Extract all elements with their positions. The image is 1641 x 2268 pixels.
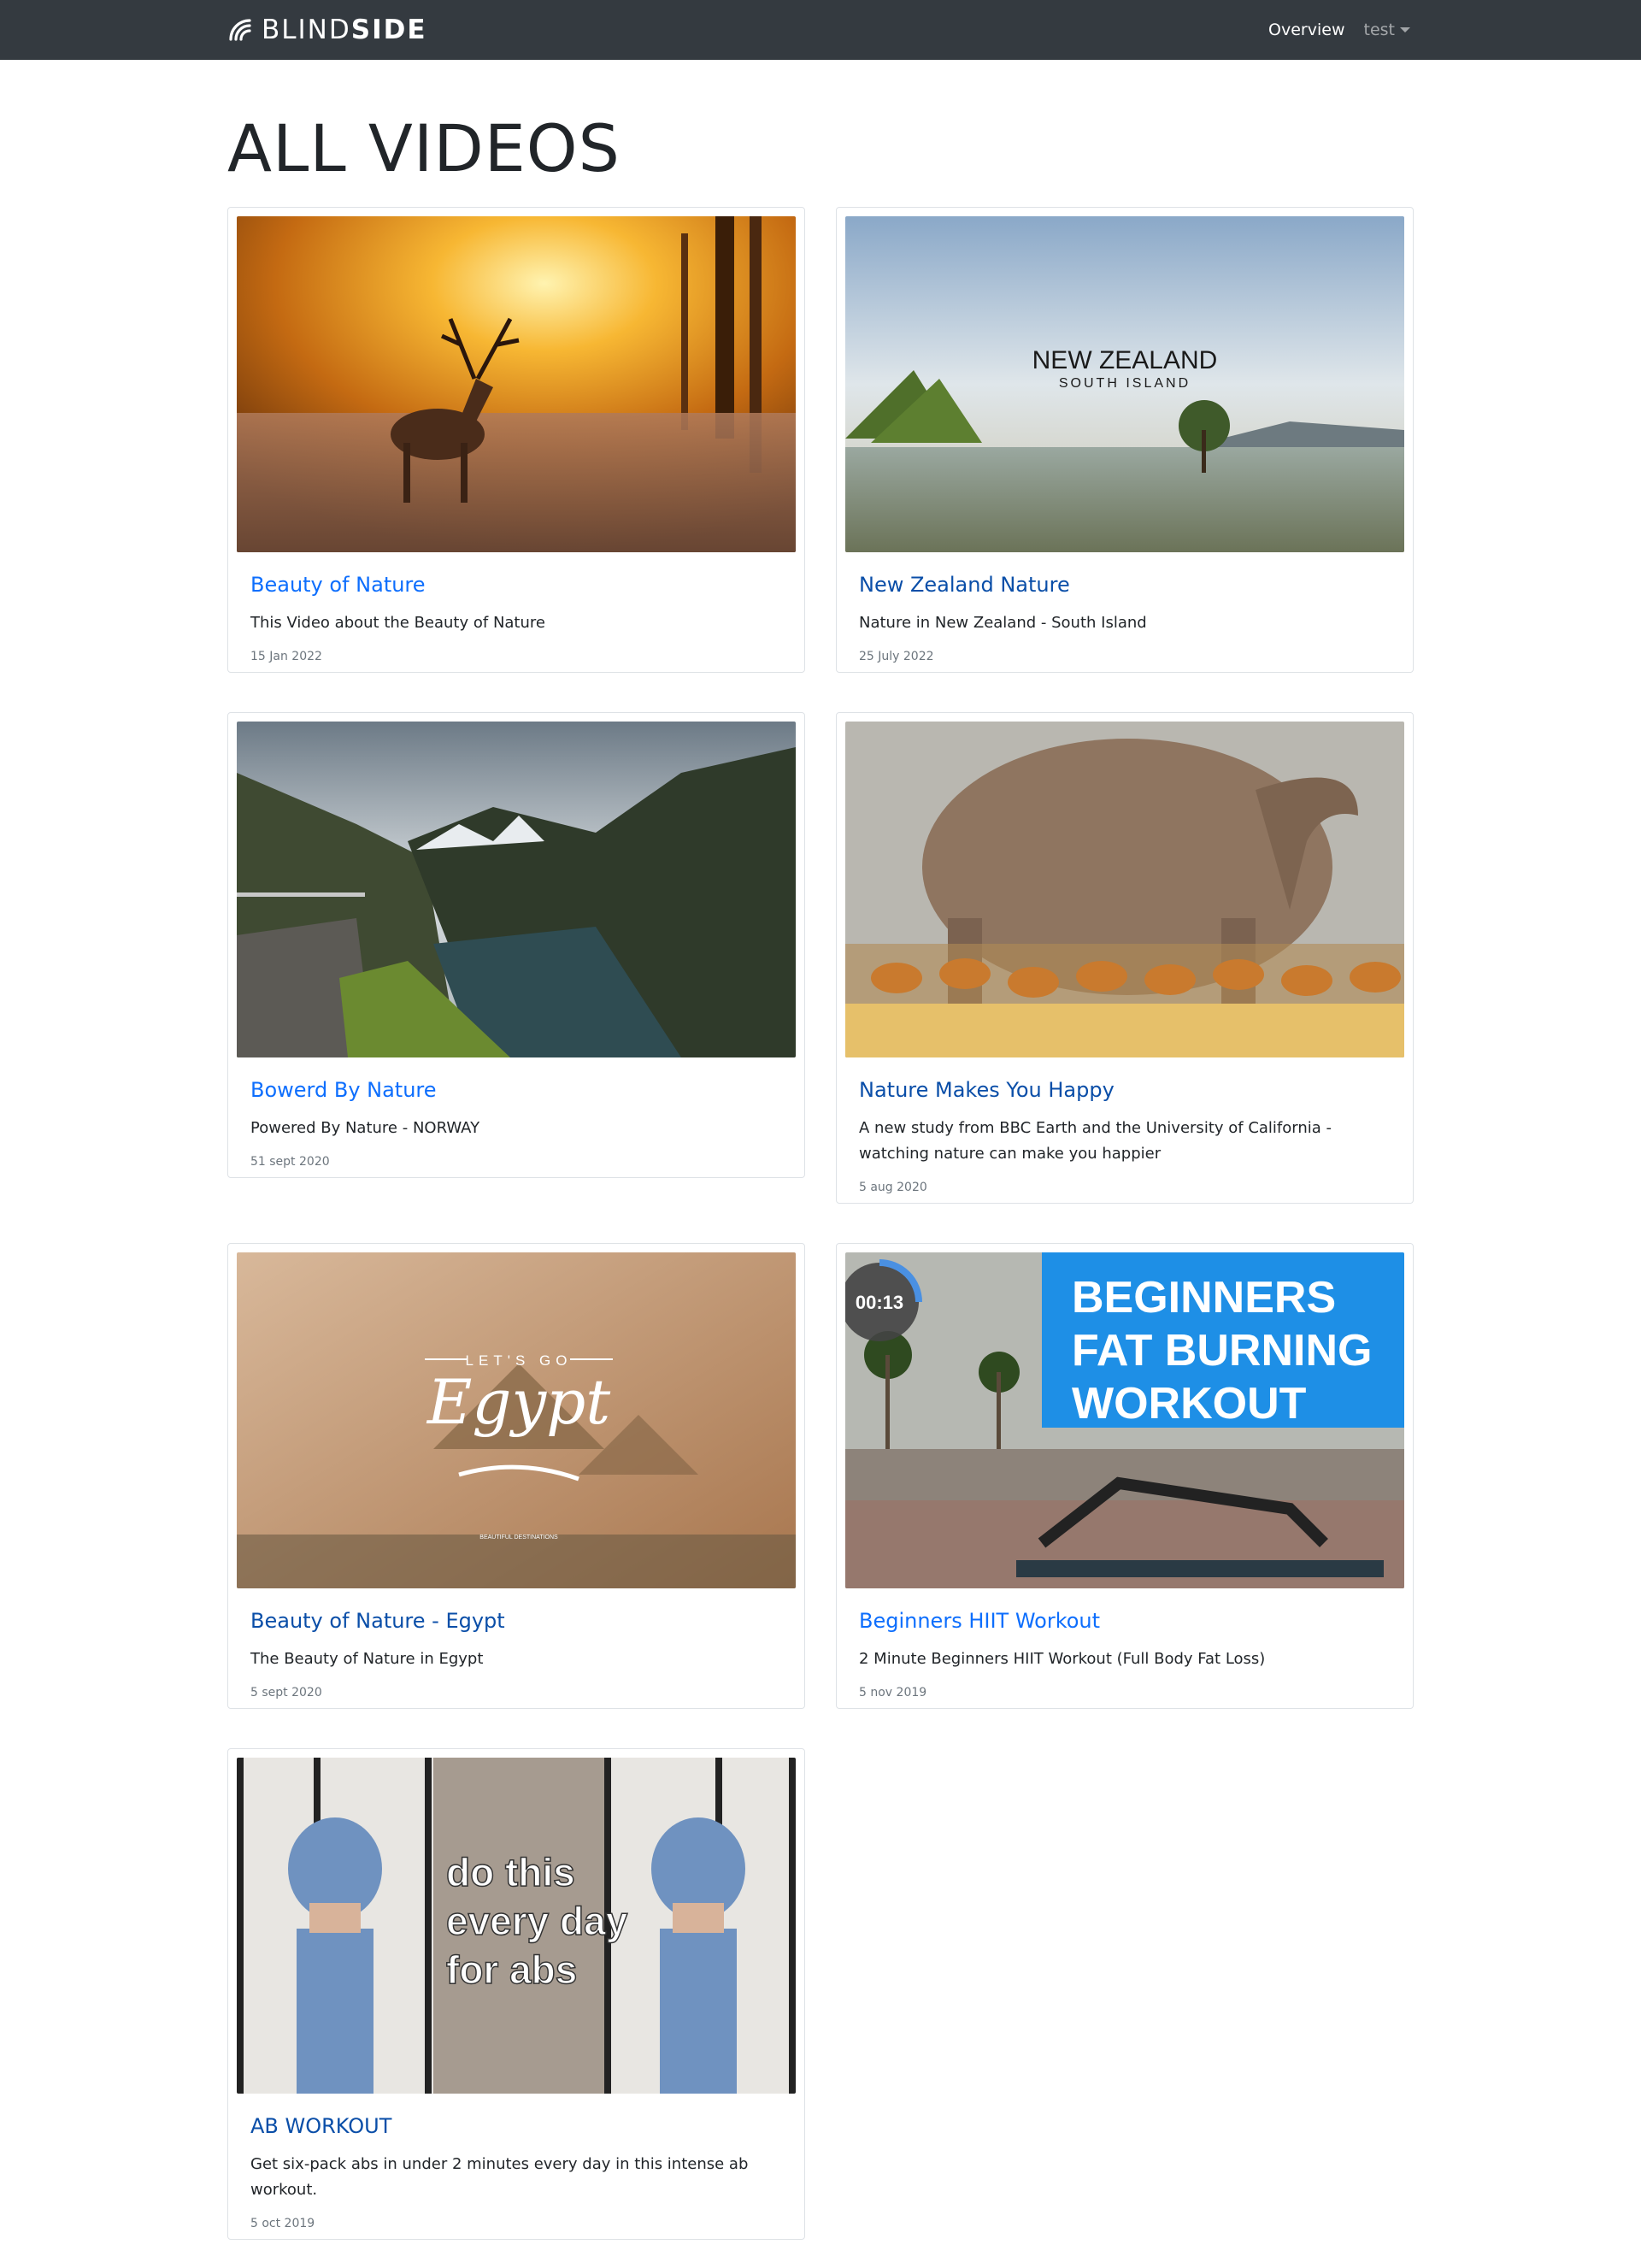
video-card: Nature Makes You Happy A new study from …	[836, 712, 1414, 1204]
video-title-link[interactable]: AB WORKOUT	[250, 2114, 782, 2138]
video-title-link[interactable]: Beauty of Nature - Egypt	[250, 1609, 782, 1633]
card-body: Bowerd By Nature Powered By Nature - NOR…	[237, 1057, 796, 1169]
video-description: Powered By Nature - NORWAY	[250, 1119, 480, 1137]
card-body: AB WORKOUT Get six-pack abs in under 2 m…	[237, 2094, 796, 2230]
video-date: 5 sept 2020	[250, 1686, 322, 1700]
brand-waves-icon	[229, 19, 251, 41]
video-thumbnail[interactable]: do this every day for abs	[237, 1758, 796, 2094]
video-thumbnail[interactable]	[237, 216, 796, 552]
thumb-line3: WORKOUT	[1072, 1379, 1307, 1429]
chevron-down-icon	[1400, 27, 1410, 32]
thumb-line1: do this	[446, 1850, 575, 1894]
video-description: Nature in New Zealand - South Island	[859, 614, 1147, 632]
video-card: Bowerd By Nature Powered By Nature - NOR…	[227, 712, 805, 1178]
video-date: 5 oct 2019	[250, 2217, 315, 2230]
video-date: 51 sept 2020	[250, 1155, 330, 1169]
user-dropdown-toggle[interactable]: test	[1363, 21, 1410, 39]
video-card: 00:13 BEGINNERS FAT BURNING WORKOUT Begi…	[836, 1243, 1414, 1709]
card-body: Beauty of Nature This Video about the Be…	[237, 552, 796, 663]
main-content: ALL VIDEOS Beauty of Nature This Video a…	[227, 97, 1414, 2240]
brand-logo-link[interactable]: BLINDSIDE	[227, 15, 427, 45]
thumb-caption: BEAUTIFUL DESTINATIONS	[479, 1535, 558, 1540]
video-thumbnail[interactable]: 00:13 BEGINNERS FAT BURNING WORKOUT	[845, 1252, 1404, 1588]
video-thumbnail[interactable]	[237, 722, 796, 1057]
card-body: Beauty of Nature - Egypt The Beauty of N…	[237, 1588, 796, 1700]
video-thumbnail[interactable]: NEW ZEALAND SOUTH ISLAND	[845, 216, 1404, 552]
video-title-link[interactable]: Beauty of Nature	[250, 573, 782, 597]
video-card: do this every day for abs AB WORKOUT Get…	[227, 1748, 805, 2240]
thumb-line1: BEGINNERS	[1072, 1273, 1336, 1323]
video-description: A new study from BBC Earth and the Unive…	[859, 1119, 1332, 1163]
video-title-link[interactable]: New Zealand Nature	[859, 573, 1391, 597]
thumb-line2: every day	[446, 1899, 628, 1943]
card-body: New Zealand Nature Nature in New Zealand…	[845, 552, 1404, 663]
video-title-link[interactable]: Beginners HIIT Workout	[859, 1609, 1391, 1633]
thumb-line3: for abs	[446, 1947, 577, 1992]
video-description: Get six-pack abs in under 2 minutes ever…	[250, 2155, 749, 2199]
video-title-link[interactable]: Nature Makes You Happy	[859, 1078, 1391, 1102]
video-card: LET'S GO Egypt BEAUTIFUL DESTINATIONS Be…	[227, 1243, 805, 1709]
video-date: 5 nov 2019	[859, 1686, 927, 1700]
card-body: Beginners HIIT Workout 2 Minute Beginner…	[845, 1588, 1404, 1700]
nav-links: Overview test	[1268, 21, 1410, 39]
brand-name: BLINDSIDE	[262, 15, 427, 45]
video-card: Beauty of Nature This Video about the Be…	[227, 207, 805, 673]
user-name: test	[1363, 21, 1396, 39]
top-navbar: BLINDSIDE Overview test	[0, 0, 1641, 60]
video-card: NEW ZEALAND SOUTH ISLAND New Zealand Nat…	[836, 207, 1414, 673]
video-thumbnail[interactable]	[845, 722, 1404, 1057]
video-thumbnail[interactable]: LET'S GO Egypt BEAUTIFUL DESTINATIONS	[237, 1252, 796, 1588]
page-title: ALL VIDEOS	[227, 110, 621, 186]
video-description: This Video about the Beauty of Nature	[250, 614, 545, 632]
thumb-timer: 00:13	[856, 1292, 903, 1313]
video-description: The Beauty of Nature in Egypt	[250, 1650, 484, 1668]
card-body: Nature Makes You Happy A new study from …	[845, 1057, 1404, 1194]
video-description: 2 Minute Beginners HIIT Workout (Full Bo…	[859, 1650, 1266, 1668]
thumb-title: NEW ZEALAND	[1032, 346, 1218, 374]
thumb-script-text: Egypt	[426, 1366, 611, 1438]
thumb-subtitle: SOUTH ISLAND	[1059, 376, 1191, 391]
video-date: 25 July 2022	[859, 650, 934, 663]
video-date: 15 Jan 2022	[250, 650, 322, 663]
nav-overview-link[interactable]: Overview	[1268, 21, 1344, 39]
video-title-link[interactable]: Bowerd By Nature	[250, 1078, 782, 1102]
thumb-line2: FAT BURNING	[1072, 1326, 1372, 1376]
video-date: 5 aug 2020	[859, 1181, 927, 1194]
